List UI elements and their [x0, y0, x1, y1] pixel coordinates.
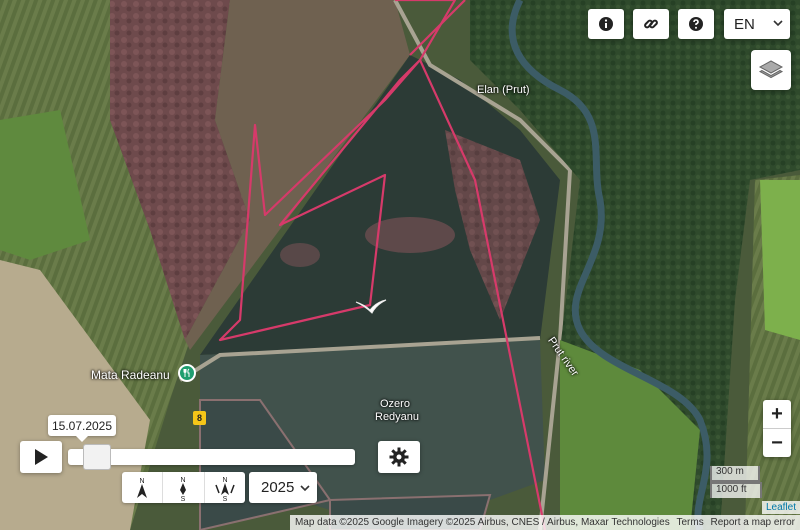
map-data-credit: Map data ©2025 Google Imagery ©2025 Airb…: [294, 517, 670, 528]
village-label-mata-radeanu: Mata Radeanu: [91, 368, 170, 382]
compass-n-label: N: [140, 478, 145, 485]
gear-icon: [389, 447, 409, 467]
zoom-out-button[interactable]: −: [763, 429, 791, 457]
link-icon: [644, 19, 658, 29]
lake-label-line2: Redyanu: [375, 411, 420, 423]
info-button[interactable]: [588, 9, 624, 39]
leaflet-link[interactable]: Leaflet: [761, 501, 800, 514]
year-value: 2025: [261, 479, 295, 496]
road-number-badge: 8: [193, 411, 206, 425]
restaurant-icon: [183, 368, 190, 377]
play-button[interactable]: [20, 441, 62, 473]
scale-metric: 300 m: [710, 466, 760, 482]
settings-button[interactable]: [378, 441, 420, 473]
help-button[interactable]: [678, 9, 714, 39]
year-select[interactable]: 2025: [249, 472, 317, 503]
compass-s-label: S: [222, 496, 227, 501]
scale-imperial: 1000 ft: [710, 482, 762, 498]
layers-icon: [758, 60, 784, 79]
compass-n-label: N: [222, 477, 227, 484]
info-icon: [599, 17, 613, 31]
north-arrow-icon: N: [137, 478, 148, 498]
timeline-slider[interactable]: [68, 449, 355, 465]
report-error-link[interactable]: Report a map error: [709, 517, 797, 528]
question-icon: [689, 17, 703, 31]
chevron-down-icon: [773, 20, 783, 27]
compass-s-label: S: [181, 496, 186, 501]
language-value: EN: [734, 15, 755, 33]
compass-n-label: N: [181, 477, 186, 484]
compass-ns-icon: N S: [180, 477, 187, 501]
timeline-slider-handle[interactable]: [82, 444, 111, 470]
date-tooltip: 15.07.2025: [48, 415, 116, 442]
layers-button[interactable]: [751, 50, 791, 90]
village-label-elan: Elan (Prut): [477, 84, 530, 96]
compass-tilt-icon: N S: [215, 477, 235, 501]
language-select[interactable]: EN: [724, 9, 790, 39]
zoom-control: + −: [763, 400, 791, 457]
map-attribution: Map data ©2025 Google Imagery ©2025 Airb…: [289, 515, 800, 530]
orientation-ns-button[interactable]: N S: [163, 472, 205, 503]
play-icon: [35, 449, 48, 465]
chevron-down-icon: [300, 485, 310, 492]
zoom-in-button[interactable]: +: [763, 400, 791, 429]
poi-marker[interactable]: [178, 364, 196, 382]
orientation-tilt-button[interactable]: N S: [205, 472, 245, 503]
lake-label-line1: Ozero: [380, 398, 410, 410]
green-field-right: [760, 180, 800, 340]
share-link-button[interactable]: [633, 9, 669, 39]
orientation-buttons: N N S N S: [122, 472, 245, 503]
orientation-north-button[interactable]: N: [122, 472, 164, 503]
lake-reed-patch: [280, 243, 320, 267]
terms-link[interactable]: Terms: [675, 517, 706, 528]
